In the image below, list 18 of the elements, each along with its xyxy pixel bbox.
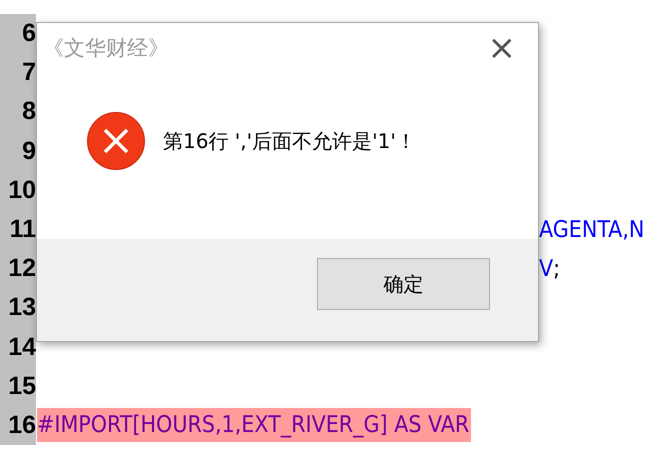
line-number: 16 xyxy=(8,410,36,440)
line-number: 13 xyxy=(8,293,36,322)
line-number: 10 xyxy=(8,176,36,205)
line-number: 8 xyxy=(22,97,36,126)
code-text: V; xyxy=(539,256,560,282)
line-number: 7 xyxy=(22,58,36,88)
error-message: 第16行 ','后面不允许是'1'！ xyxy=(163,128,416,154)
error-icon xyxy=(87,112,145,170)
window-title: 《文华财经》 xyxy=(43,35,169,62)
ok-button[interactable]: 确定 xyxy=(317,258,490,310)
close-button[interactable]: × xyxy=(484,31,520,65)
line-number: 15 xyxy=(8,372,36,401)
line-number: 6 xyxy=(22,19,36,48)
code-text: AGENTA,N xyxy=(539,216,644,243)
line-number: 9 xyxy=(22,136,36,166)
line-number: 14 xyxy=(8,332,36,362)
line-number: 12 xyxy=(8,254,36,284)
line-number: 11 xyxy=(10,215,36,244)
